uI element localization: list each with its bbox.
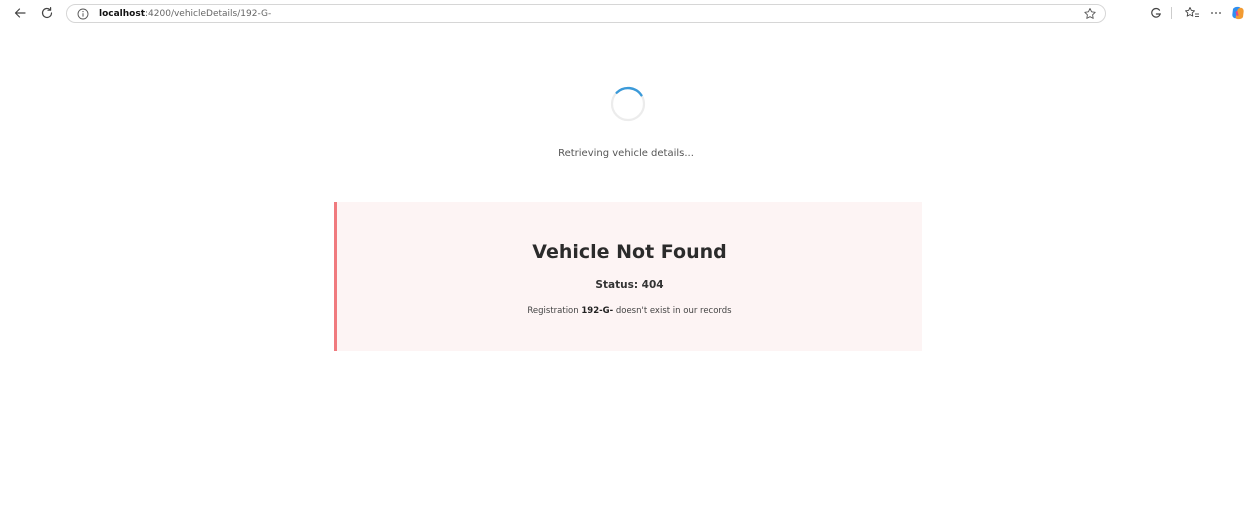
error-message-suffix: doesn't exist in our records [613,306,732,316]
more-menu-button[interactable] [1208,5,1224,21]
copilot-icon [1232,6,1244,20]
back-button[interactable] [10,3,30,23]
browser-toolbar: localhost:4200/vehicleDetails/192-G- [0,0,1252,26]
arrow-left-icon [14,8,26,18]
loading-spinner-icon [610,86,646,122]
extensions-button[interactable] [1148,5,1164,21]
ellipsis-icon [1211,12,1221,14]
error-message: Registration 192-G- doesn't exist in our… [337,306,922,316]
info-icon[interactable] [77,8,89,20]
favorites-list-icon [1185,7,1199,17]
error-message-prefix: Registration [527,306,582,316]
loading-message: Retrieving vehicle details... [558,148,694,159]
registration-number: 192-G- [581,306,614,316]
error-title: Vehicle Not Found [532,241,727,263]
favorite-star-icon[interactable] [1083,7,1097,21]
url-host: localhost [99,9,146,19]
error-status: Status: 404 [595,279,664,291]
shield-g-icon [1151,7,1162,18]
refresh-icon [41,7,53,19]
url-path: :4200/vehicleDetails/192-G- [145,9,272,19]
url-text[interactable]: localhost:4200/vehicleDetails/192-G- [99,7,271,21]
error-card: Vehicle Not Found Status: 404 Registrati… [334,202,922,351]
copilot-button[interactable] [1230,5,1246,21]
favorites-button[interactable] [1184,5,1200,21]
toolbar-separator [1171,7,1172,19]
refresh-button[interactable] [37,3,57,23]
address-bar[interactable]: localhost:4200/vehicleDetails/192-G- [66,4,1106,23]
